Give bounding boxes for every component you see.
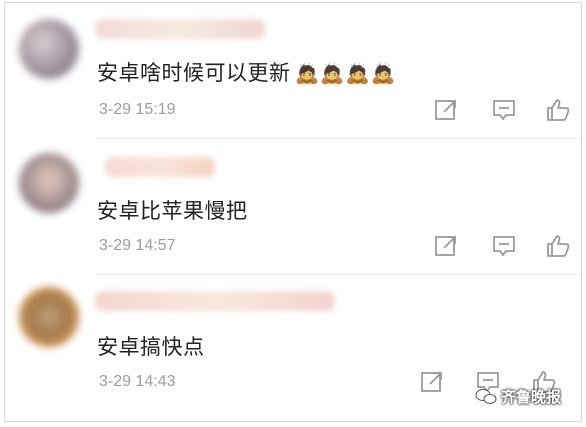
watermark-text: 齐鲁晚报: [500, 388, 561, 406]
wechat-icon: [475, 388, 497, 406]
share-icon[interactable]: [419, 369, 445, 395]
avatar[interactable]: [19, 19, 79, 79]
emoji-icons: 🙇🙇🙇🙇: [294, 61, 397, 85]
comment-text: 安卓啥时候可以更新 🙇🙇🙇🙇: [97, 57, 396, 87]
comment-text: 安卓比苹果慢把: [97, 199, 248, 223]
avatar[interactable]: [19, 287, 79, 347]
username-blurred[interactable]: [95, 19, 265, 39]
comment-item: 安卓啥时候可以更新 🙇🙇🙇🙇 3-29 15:19: [5, 3, 581, 139]
username-blurred[interactable]: [105, 157, 215, 177]
comment-list: 安卓啥时候可以更新 🙇🙇🙇🙇 3-29 15:19 安卓比苹果慢把 3-29 14…: [4, 2, 582, 422]
comment-icon[interactable]: [491, 97, 517, 123]
like-icon[interactable]: [545, 97, 571, 123]
username-blurred[interactable]: [95, 291, 335, 311]
comment-text: 安卓搞快点: [97, 335, 205, 359]
avatar[interactable]: [19, 153, 79, 213]
comment-text-content: 安卓啥时候可以更新: [97, 61, 291, 85]
comment-time: 3-29 15:19: [99, 101, 176, 118]
comment-actions: [433, 97, 581, 125]
comment-time: 3-29 14:57: [99, 237, 176, 254]
comment-time: 3-29 14:43: [99, 373, 176, 390]
comment-actions: [433, 233, 581, 261]
comment-item: 安卓比苹果慢把 3-29 14:57: [5, 139, 581, 275]
comment-icon[interactable]: [491, 233, 517, 259]
like-icon[interactable]: [545, 233, 571, 259]
share-icon[interactable]: [433, 233, 459, 259]
share-icon[interactable]: [433, 97, 459, 123]
watermark: 齐鲁晚报: [475, 386, 561, 407]
